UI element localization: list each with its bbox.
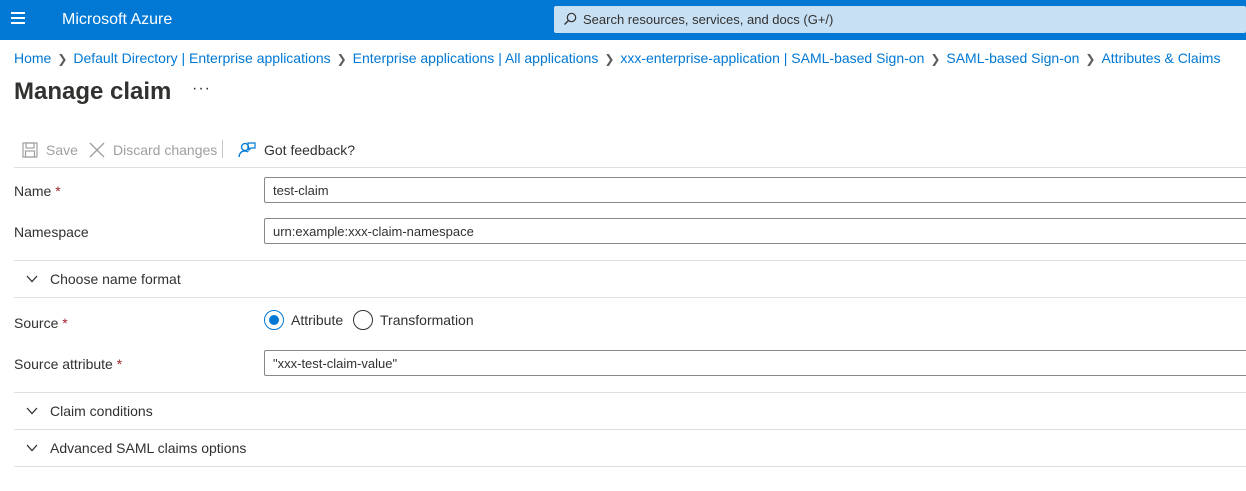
name-field[interactable] [264,177,1246,203]
breadcrumb-application-sso[interactable]: xxx-enterprise-application | SAML-based … [620,50,924,66]
save-label: Save [46,142,78,158]
source-label: Source * [14,315,68,331]
breadcrumb-saml-sso[interactable]: SAML-based Sign-on [946,50,1079,66]
section-label: Advanced SAML claims options [50,440,247,456]
radio-label-transformation: Transformation [380,312,474,328]
section-label: Claim conditions [50,403,153,419]
section-label: Choose name format [50,271,181,287]
chevron-down-icon [26,407,38,415]
menu-icon[interactable] [11,12,25,26]
name-label: Name * [14,183,61,199]
discard-changes-button[interactable]: Discard changes [89,138,217,162]
feedback-icon [238,142,256,158]
chevron-right-icon: ❯ [57,52,68,66]
save-button[interactable]: Save [22,138,78,162]
breadcrumb-attributes-claims[interactable]: Attributes & Claims [1101,50,1220,66]
chevron-right-icon: ❯ [930,52,941,66]
breadcrumb-enterprise-applications[interactable]: Default Directory | Enterprise applicati… [73,50,330,66]
divider [14,297,1246,298]
namespace-label: Namespace [14,224,89,240]
claim-conditions-section[interactable]: Claim conditions [14,393,1246,429]
breadcrumb-home[interactable]: Home [14,50,51,66]
page-title: Manage claim [14,78,172,105]
chevron-right-icon: ❯ [336,52,347,66]
more-options-button[interactable]: ··· [192,80,211,98]
chevron-down-icon [26,444,38,452]
divider [14,466,1246,467]
source-attribute-label: Source attribute * [14,356,123,372]
save-icon [22,142,38,158]
source-radio-attribute[interactable]: Attribute [264,310,343,330]
discard-label: Discard changes [113,142,218,158]
divider [14,167,1246,168]
choose-name-format-section[interactable]: Choose name format [14,261,1246,297]
search-icon [564,12,577,25]
advanced-saml-options-section[interactable]: Advanced SAML claims options [14,430,1246,466]
top-bar: Microsoft Azure [0,0,1246,40]
source-attribute-field[interactable] [264,350,1246,376]
radio-unselected-icon [353,310,373,330]
source-radio-transformation[interactable]: Transformation [353,310,474,330]
breadcrumb: Home ❯ Default Directory | Enterprise appl… [14,50,1220,66]
radio-label-attribute: Attribute [291,312,344,328]
global-search[interactable] [554,6,1246,33]
brand-title[interactable]: Microsoft Azure [62,11,172,29]
chevron-down-icon [26,275,38,283]
feedback-button[interactable]: Got feedback? [238,138,355,162]
chevron-right-icon: ❯ [604,52,615,66]
namespace-field[interactable] [264,218,1246,244]
feedback-label: Got feedback? [264,142,356,158]
radio-selected-icon [264,310,284,330]
chevron-right-icon: ❯ [1085,52,1096,66]
close-icon [89,142,105,158]
search-input[interactable] [583,6,1223,33]
toolbar-divider [222,140,223,158]
breadcrumb-all-applications[interactable]: Enterprise applications | All applicatio… [353,50,599,66]
